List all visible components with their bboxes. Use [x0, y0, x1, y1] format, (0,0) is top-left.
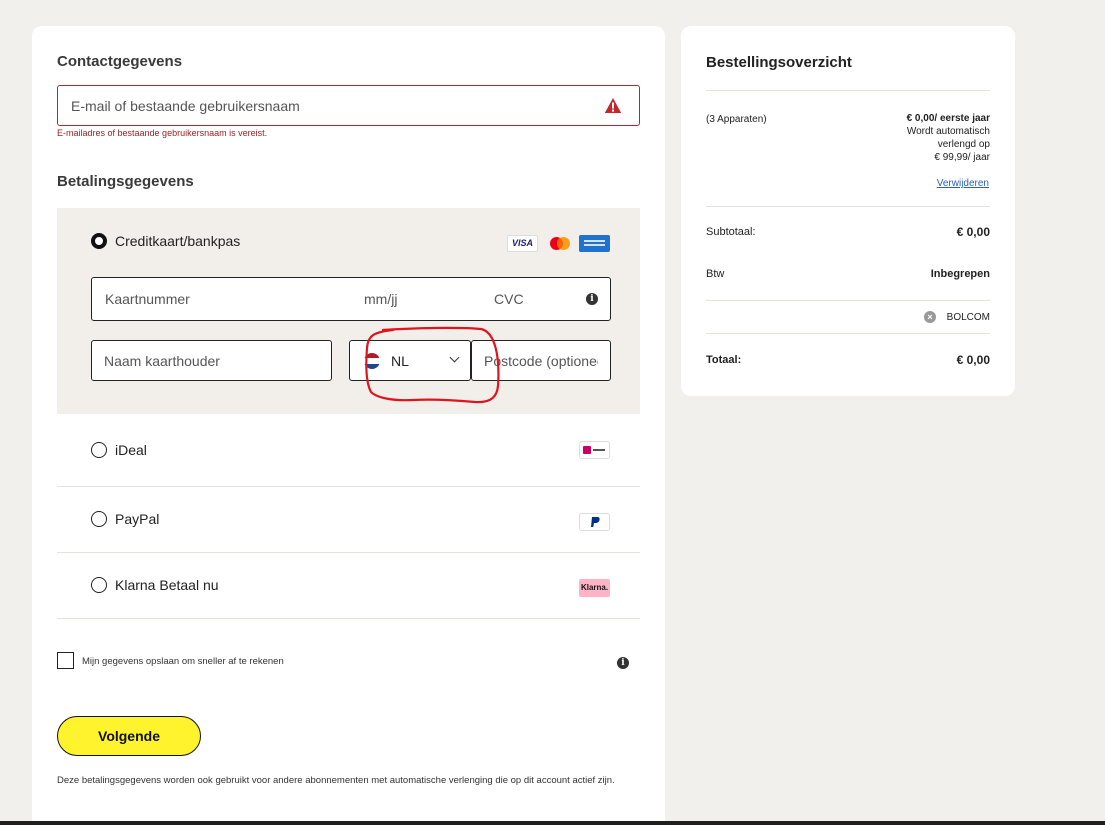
item-price-first-year: € 0,00/ eerste jaar	[906, 113, 990, 124]
save-details-checkbox[interactable]	[57, 652, 74, 669]
klarna-icon: Klarna.	[579, 579, 610, 597]
divider	[706, 206, 990, 207]
order-summary-heading: Bestellingsoverzicht	[706, 54, 852, 71]
warning-icon	[604, 98, 622, 113]
cvc-input[interactable]	[482, 278, 582, 320]
order-summary-card: Bestellingsoverzicht (3 Apparaten) € 0,0…	[681, 26, 1015, 396]
ideal-radio[interactable]	[91, 442, 107, 458]
divider	[57, 618, 640, 619]
credit-card-radio[interactable]	[91, 233, 107, 249]
cardholder-input[interactable]	[92, 341, 331, 380]
divider	[57, 486, 640, 487]
remove-item-link[interactable]: Verwijderen	[937, 178, 989, 189]
card-details-field-group: i	[91, 277, 611, 321]
contact-heading: Contactgegevens	[57, 53, 183, 70]
visa-icon: VISA	[507, 235, 538, 252]
ideal-label: iDeal	[115, 442, 147, 458]
paypal-icon	[579, 513, 610, 531]
email-field-wrapper	[57, 85, 640, 126]
divider	[57, 552, 640, 553]
card-number-input[interactable]	[92, 278, 352, 320]
klarna-radio[interactable]	[91, 577, 107, 593]
save-details-info-icon[interactable]: i	[617, 657, 629, 669]
klarna-label: Klarna Betaal nu	[115, 577, 219, 593]
remove-coupon-icon[interactable]: ×	[924, 311, 936, 323]
next-button[interactable]: Volgende	[57, 716, 201, 756]
save-details-label: Mijn gegevens opslaan om sneller af te r…	[82, 656, 284, 667]
vat-value: Inbegrepen	[930, 268, 990, 280]
item-name: (3 Apparaten)	[706, 114, 767, 125]
vat-label: Btw	[706, 268, 725, 280]
subtotal-value: € 0,00	[956, 225, 990, 239]
total-value: € 0,00	[956, 353, 990, 367]
red-highlight-circle-annotation	[365, 326, 500, 404]
total-label: Totaal:	[706, 354, 742, 366]
checkout-form-card: Contactgegevens E-mailadres of bestaande…	[32, 26, 665, 825]
subtotal-label: Subtotaal:	[706, 226, 756, 238]
renewal-line-2: verlengd op	[937, 139, 990, 150]
payment-footnote: Deze betalingsgegevens worden ook gebrui…	[57, 775, 615, 786]
bottom-edge-bar	[0, 821, 1105, 825]
cvc-info-icon[interactable]: i	[586, 293, 598, 305]
credit-card-panel: Creditkaart/bankpas VISA i NL	[57, 208, 640, 414]
email-input[interactable]	[58, 86, 639, 125]
amex-icon	[579, 235, 610, 252]
paypal-radio[interactable]	[91, 511, 107, 527]
renewal-price: € 99,99/ jaar	[934, 152, 990, 163]
cardholder-field	[91, 340, 332, 381]
divider	[706, 333, 990, 334]
credit-card-label: Creditkaart/bankpas	[115, 233, 241, 249]
coupon-code: BOLCOM	[946, 312, 990, 323]
expiry-input[interactable]	[352, 278, 482, 320]
divider	[706, 90, 990, 91]
renewal-line-1: Wordt automatisch	[906, 126, 990, 137]
paypal-label: PayPal	[115, 511, 160, 527]
payment-heading: Betalingsgegevens	[57, 173, 194, 190]
ideal-wero-icon	[579, 441, 610, 459]
divider	[706, 300, 990, 301]
email-error-message: E-mailadres of bestaande gebruikersnaam …	[57, 128, 268, 138]
mastercard-icon	[550, 237, 570, 250]
